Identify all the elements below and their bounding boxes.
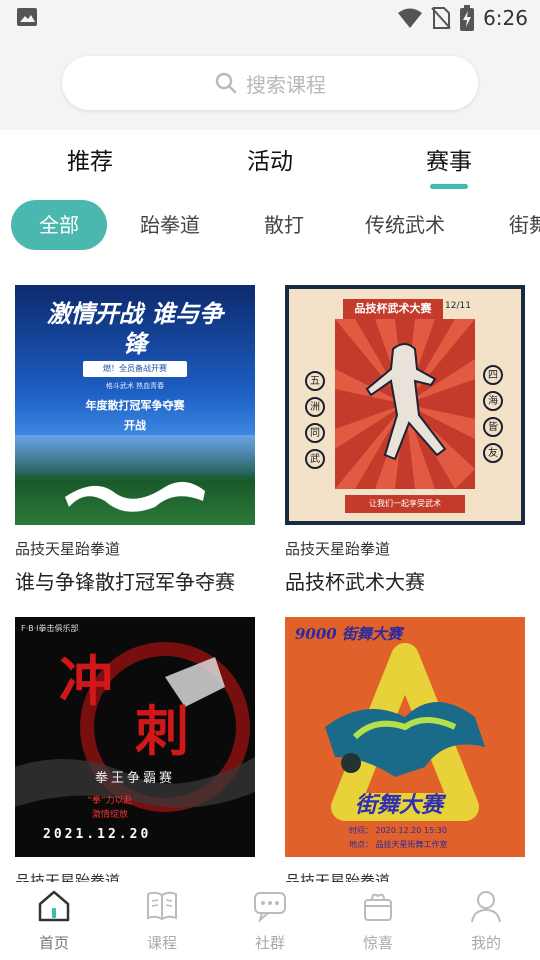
time-label: 时间： (349, 826, 373, 835)
bottom-nav: 首页 课程 社群 惊喜 我的 (0, 882, 540, 960)
poster-sub: 拳王争霸赛 (94, 771, 175, 786)
category-bar: 全部 跆拳道 散打 传统武术 街舞 (0, 200, 540, 252)
search-input[interactable]: 搜索课程 (62, 56, 478, 110)
card-title: 品技杯武术大赛 (285, 570, 425, 594)
char-badge: 皆 (483, 417, 503, 437)
chat-icon (254, 892, 286, 923)
brush-stroke-art (65, 481, 205, 512)
poster-top: 9000 街舞大赛 (295, 625, 402, 643)
nav-courses[interactable]: 课程 (122, 888, 202, 953)
nav-label: 首页 (38, 934, 69, 952)
nav-community[interactable]: 社群 (230, 888, 310, 953)
poster-date: 2021.12.20 (43, 827, 152, 842)
profile-icon (471, 891, 501, 923)
nav-profile[interactable]: 我的 (446, 888, 526, 953)
dancer-illustration (325, 643, 485, 821)
category-traditional-wushu[interactable]: 传统武术 (365, 200, 445, 250)
nav-label: 课程 (146, 934, 177, 952)
event-card[interactable]: 9000 街舞大赛 街舞大赛 时间： 2020.12.20 15:30 地点： … (285, 617, 525, 890)
event-card[interactable]: 激情开战 谁与争锋 燃！全员备战开赛 格斗武术 热血青春 年度散打冠军争夺赛 开… (15, 285, 255, 594)
poster-sub: 格斗武术 热血青春 (105, 382, 165, 390)
search-icon (215, 72, 237, 94)
battery-charging-icon (460, 5, 475, 31)
nav-home[interactable]: 首页 (14, 888, 94, 953)
char-badge: 洲 (305, 397, 325, 417)
char-badge: 五 (305, 371, 325, 391)
poster-club: F·B·I拳击俱乐部 (21, 624, 79, 633)
active-tab-indicator (430, 184, 468, 189)
event-poster: 品技杯武术大赛 12/11 五 洲 同 武 四 海 皆 友 让我们一起享受武术 (285, 285, 525, 525)
char-badge: 友 (483, 443, 503, 463)
poster-line1: 年度散打冠军争夺赛 (85, 399, 185, 412)
left-vertical-chars: 五 洲 同 武 (305, 371, 327, 469)
home-icon (38, 890, 70, 922)
tab-competition[interactable]: 赛事 (399, 142, 499, 176)
gift-icon (364, 893, 392, 921)
nav-label: 社群 (254, 934, 285, 952)
time-value: 2020.12.20 15:30 (375, 826, 447, 835)
poster-big2: 刺 (135, 699, 189, 763)
category-taekwondo[interactable]: 跆拳道 (140, 200, 200, 250)
tab-activity[interactable]: 活动 (220, 142, 320, 176)
poster-time-row: 时间： 2020.12.20 15:30 (349, 825, 447, 836)
top-tabs: 推荐 活动 赛事 (0, 130, 540, 192)
event-poster: 9000 街舞大赛 街舞大赛 时间： 2020.12.20 15:30 地点： … (285, 617, 525, 857)
book-icon (147, 891, 177, 921)
no-sim-icon (431, 7, 451, 29)
poster-headline: 品技杯武术大赛 (343, 299, 443, 319)
status-bar: 6:26 (0, 0, 540, 36)
right-vertical-chars: 四 海 皆 友 (483, 365, 505, 463)
place-value: 品技天星街舞工作室 (375, 840, 448, 849)
image-notification-icon (17, 8, 37, 26)
char-badge: 同 (305, 423, 325, 443)
char-badge: 四 (483, 365, 503, 385)
poster-place-row: 地点： 品技天星街舞工作室 (349, 839, 448, 850)
nav-label: 我的 (470, 934, 501, 952)
poster-big1: 冲 (59, 649, 113, 713)
nav-label: 惊喜 (362, 934, 393, 952)
poster-headline: 激情开战 谁与争锋 (46, 299, 224, 358)
category-street-dance[interactable]: 街舞 (509, 200, 540, 250)
poster-tagline: 燃！全员备战开赛 (83, 361, 187, 377)
search-placeholder: 搜索课程 (246, 72, 326, 97)
poster-main: 街舞大赛 (355, 792, 444, 818)
poster-slogan1: “拳”力以赴 (87, 796, 133, 806)
card-organizer: 品技天星跆拳道 (285, 540, 391, 558)
wifi-icon (398, 8, 423, 28)
card-organizer: 品技天星跆拳道 (15, 540, 121, 558)
sunburst-background (335, 319, 475, 489)
char-badge: 海 (483, 391, 503, 411)
clock: 6:26 (483, 6, 528, 30)
event-card[interactable]: 品技杯武术大赛 12/11 五 洲 同 武 四 海 皆 友 让我们一起享受武术 … (285, 285, 525, 594)
poster-slogan2: 激情绽放 (91, 810, 128, 820)
search-area: 搜索课程 (0, 36, 540, 130)
category-all[interactable]: 全部 (11, 200, 107, 250)
category-sanda[interactable]: 散打 (264, 200, 304, 250)
nav-surprise[interactable]: 惊喜 (338, 888, 418, 953)
place-label: 地点： (349, 840, 373, 849)
poster-footer: 让我们一起享受武术 (345, 495, 465, 513)
card-title: 谁与争锋散打冠军争夺赛 (15, 570, 235, 594)
poster-date: 12/11 (445, 301, 471, 311)
event-card[interactable]: F·B·I拳击俱乐部 冲 刺 拳王争霸赛 “拳”力以赴 激情绽放 2021.12… (15, 617, 255, 890)
char-badge: 武 (305, 449, 325, 469)
tab-recommend[interactable]: 推荐 (40, 142, 140, 176)
event-poster: F·B·I拳击俱乐部 冲 刺 拳王争霸赛 “拳”力以赴 激情绽放 2021.12… (15, 617, 255, 857)
poster-line2: 开战 (124, 419, 146, 432)
event-poster: 激情开战 谁与争锋 燃！全员备战开赛 格斗武术 热血青春 年度散打冠军争夺赛 开… (15, 285, 255, 525)
